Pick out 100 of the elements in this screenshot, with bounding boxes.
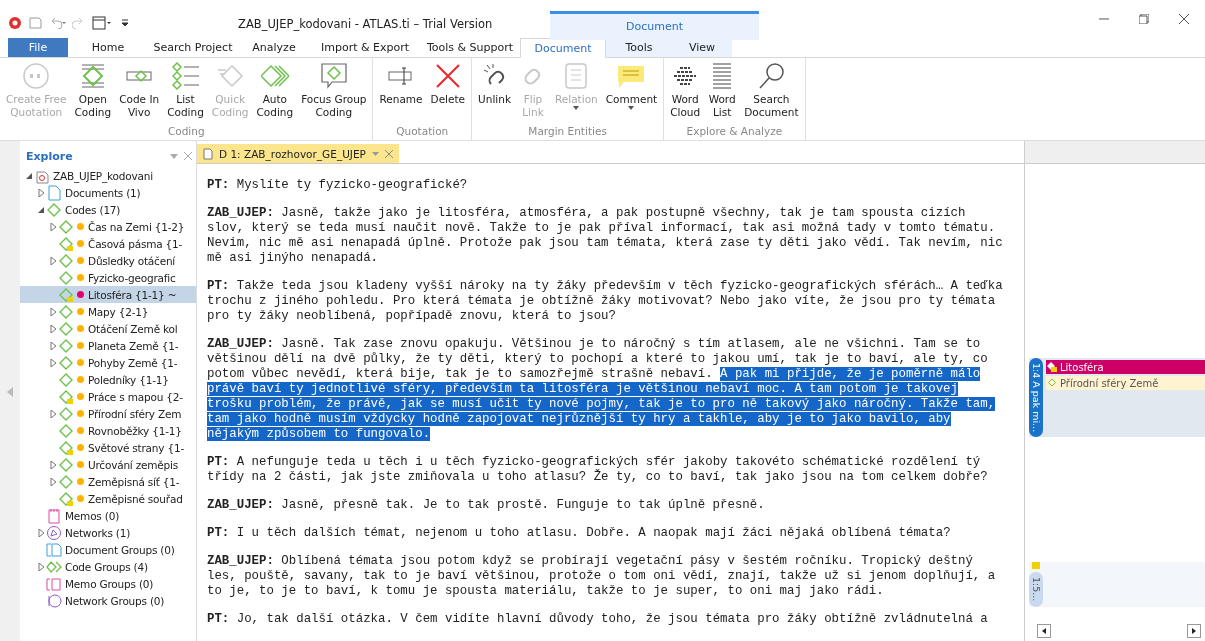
tree-item[interactable]: Code Groups (4) — [65, 560, 148, 573]
delete-icon — [433, 62, 462, 90]
tree-item[interactable]: Networks (1) — [65, 526, 131, 539]
tree-item[interactable]: Práce s mapou {2- — [88, 390, 183, 403]
memo-groups-icon — [46, 575, 62, 592]
transcript-paragraph: PT: Myslíte ty fyzicko-geografické? — [207, 178, 469, 193]
editor-tab[interactable]: D 1: ZAB_rozhovor_GE_UJEP — [197, 144, 399, 163]
margin-code[interactable]: Litosféra — [1058, 360, 1205, 374]
close-icon[interactable] — [1179, 14, 1189, 24]
transcript-paragraph: PT: A nefunguje teda u těch i u těch fyzicko-geografických sfér jakoby takovéto schématické rozdělení tý třídy na 2 části, jak jste zmiňovala u toho atlasu? Že ty, co to baví, tak jako jsou na tom celkem dobře? — [207, 455, 989, 485]
restore-icon[interactable] — [1139, 14, 1149, 24]
tree-item[interactable]: Network Groups (0) — [65, 594, 165, 607]
documents-icon — [46, 184, 62, 201]
tree-item[interactable]: Otáčení Země kol — [88, 322, 178, 335]
transcript-paragraph: ZAB_UJEP: Jasně, přesně tak. Je to tak prostě. Funguje to tak úplně přesně. — [207, 498, 766, 513]
ribbon-tab[interactable]: Search Project — [148, 38, 238, 57]
expand-icon[interactable] — [48, 222, 58, 231]
tree-item[interactable]: Čas na Zemi {1-2} — [88, 220, 185, 233]
ribbon-tab[interactable]: Tools & Support — [420, 38, 520, 57]
expand-icon[interactable] — [36, 188, 46, 197]
expand-icon[interactable] — [48, 341, 58, 350]
memos-icon — [46, 507, 62, 524]
scroll-left-icon[interactable] — [1037, 624, 1051, 638]
codes-icon — [46, 201, 62, 218]
tree-item[interactable]: Přírodní sféry Zem — [88, 407, 182, 420]
tree-item[interactable]: Určování zeměpis — [88, 458, 179, 471]
collapse-icon[interactable] — [24, 171, 34, 180]
group-label: Margin Entities — [527, 125, 608, 139]
expand-icon[interactable] — [36, 562, 46, 571]
ribbon-button[interactable]: Word List — [704, 62, 741, 119]
tree-item[interactable]: Document Groups (0) — [65, 543, 175, 556]
tree-item[interactable]: Mapy {2-1} — [88, 305, 149, 318]
tree-item[interactable]: Litosféra {1-1} ~ — [88, 288, 177, 301]
quotation-label[interactable]: 1:5... — [1029, 572, 1043, 607]
transcript-paragraph: PT: Jo, tak další otázka. V čem vidíte hlavní důvody toho, že jsou témata pro žáky obtížně zvládnutelná a — [207, 612, 989, 627]
tree-item[interactable]: Pohyby Země {1- — [88, 356, 178, 369]
panel-title: Explore — [26, 149, 73, 163]
ribbon-tab[interactable]: Home — [68, 38, 148, 57]
ribbon-tab[interactable]: Analyze — [238, 38, 310, 57]
margin-code[interactable]: Přírodní sféry Země — [1058, 376, 1205, 390]
ribbon-tab[interactable]: File — [8, 38, 68, 57]
transcript-paragraph: ZAB_UJEP: Jasně. Tak zase znovu opakuju. Většinou je to náročný s tím atlasem, ale ne všichni. Tam se to většinou dělí na dvě půlky, že ty děti, který to pochopí a které to jakou umí, tak je to baví, ale ty, co potom vůbec nevědí, která bije, tak je to samozřejmě strašně nebaví. A pak mi přijde, že je poměrně málo právě baví ty jednotlivé sféry, především ta litosféra je většinou nebaví moc. A tam potom je takovej trošku problém, že právě, jak se musí učit ty nové pojmy, tak je to pro ně takový jako náročný. Takže tam, tam jako hodně musím vždycky hodně zapojovat nejrůznější ty hry a takhle, aby je to jako bavilo, aby nějakým způsobem to fungovalo. — [207, 337, 997, 442]
dropdown-icon[interactable] — [170, 153, 178, 159]
ribbon-button[interactable]: Open Coding — [70, 62, 116, 119]
scroll-right-icon[interactable] — [1187, 624, 1201, 638]
ribbon-button[interactable]: Unlink — [474, 62, 515, 106]
quotation-label[interactable]: 1:4 A pak mi... — [1029, 358, 1043, 438]
transcript-paragraph: PT: I u těch dalších témat, nejenom u toho atlasu. Dobře. A naopak mají žáci nějaká oblíbená témata? — [207, 526, 952, 541]
expand-icon[interactable] — [36, 528, 46, 537]
ribbon-button[interactable]: Search Document — [740, 62, 803, 119]
tree-item[interactable]: Světové strany {1- — [88, 441, 184, 454]
network-groups-icon — [46, 592, 62, 609]
transcript-paragraph: PT: Takže teda jsou kladeny vyšší nároky na ty žáky především v těch fyzicko-geografických sférách… A teďka trochu z jiného pohledu. Pro která témata je obtížně žáky motivovat? Nebo jako víte, že jsou pro ty témata pro ty žáky neoblíbená, popřípadě znovu, která to jsou? — [207, 279, 1004, 324]
networks-icon — [46, 524, 62, 541]
expand-icon[interactable] — [48, 460, 58, 469]
ribbon-button[interactable]: Auto Coding — [252, 62, 298, 119]
tree-item[interactable]: Časová pásma {1- — [88, 237, 183, 250]
dropdown-icon[interactable] — [371, 151, 379, 156]
document-icon — [203, 147, 213, 160]
tree-item[interactable]: Důsledky otáčení — [88, 254, 176, 267]
window-layout-icon[interactable] — [92, 16, 114, 30]
group-label: Quotation — [395, 125, 450, 139]
tree-item[interactable]: Codes (17) — [65, 203, 121, 216]
document-groups-icon — [46, 541, 62, 558]
group-label: Explore & Analyze — [685, 125, 784, 139]
ribbon-button[interactable]: List Coding — [163, 62, 208, 119]
ribbon-button[interactable]: Focus Group Coding — [297, 62, 371, 119]
context-tab-group: Document — [550, 10, 759, 40]
tree-item[interactable]: Memo Groups (0) — [65, 577, 154, 590]
expand-icon[interactable] — [48, 477, 58, 486]
expand-icon[interactable] — [48, 256, 58, 265]
list-icon — [171, 62, 200, 90]
tree-item[interactable]: Zeměpisná síť {1- — [88, 475, 180, 488]
collapse-icon[interactable] — [36, 205, 46, 214]
tree-item[interactable]: Fyzicko-geografic — [88, 271, 176, 284]
app-logo-icon — [8, 16, 22, 30]
customize-icon[interactable] — [120, 18, 130, 28]
tree-item[interactable]: Memos (0) — [65, 509, 120, 522]
save-icon[interactable] — [28, 16, 42, 30]
transcript-paragraph: ZAB_UJEP: Jasně, takže jako je litosféra, atmosféra, a pak postupně všechny, tak je tam spousta cizích slov, který se teda musí naučit nově. Takže to je pak příval informací, tak asi možná tady v tomto tématu. Nevim, nic mě asi nenapadá úplně. Protože pak jsou tam témata, která zase ty děti jako vědí. Tak nevím, nic mě asi jinýho nenapadá. — [207, 206, 1004, 266]
tree-item[interactable]: Rovnoběžky {1-1} — [88, 424, 182, 437]
tree-item[interactable]: ZAB_UJEP_kodovani — [53, 169, 153, 182]
tree-item[interactable]: Poledníky {1-1} — [88, 373, 169, 386]
ribbon-tab[interactable]: Document — [520, 38, 606, 58]
ribbon-button[interactable]: Rename — [375, 62, 427, 106]
search-icon — [757, 62, 786, 90]
tree-item[interactable]: Documents (1) — [65, 186, 141, 199]
expand-icon[interactable] — [48, 324, 58, 333]
expand-icon[interactable] — [48, 307, 58, 316]
group-label: Coding — [166, 125, 206, 139]
transcript-paragraph: ZAB_UJEP: Oblíbená témata jsou potom když se probírají vegetační pásy v šestém ročníku. Tropický deštný les, pouště, savany, tak to je baví většinou, protože o tom oni vědí, znají, takže už si jenom doplňují, a to je, to je to baví, k tomu je spousta materiálu, takže to je super, to oni maj jako rádi. — [207, 554, 997, 599]
tree-item[interactable]: Zeměpisné souřad — [88, 492, 183, 505]
ribbon-button[interactable]: Comment — [601, 62, 662, 110]
ribbon-button[interactable]: Word Cloud — [666, 62, 705, 119]
ribbon-tab[interactable]: Import & Export — [310, 38, 420, 57]
ribbon-button[interactable]: Delete — [426, 62, 470, 106]
expand-icon[interactable] — [48, 358, 58, 367]
expand-icon[interactable] — [48, 409, 58, 418]
tree-item[interactable]: Planeta Země {1- — [88, 339, 179, 352]
ribbon-button[interactable]: Code In Vivo — [115, 62, 164, 119]
